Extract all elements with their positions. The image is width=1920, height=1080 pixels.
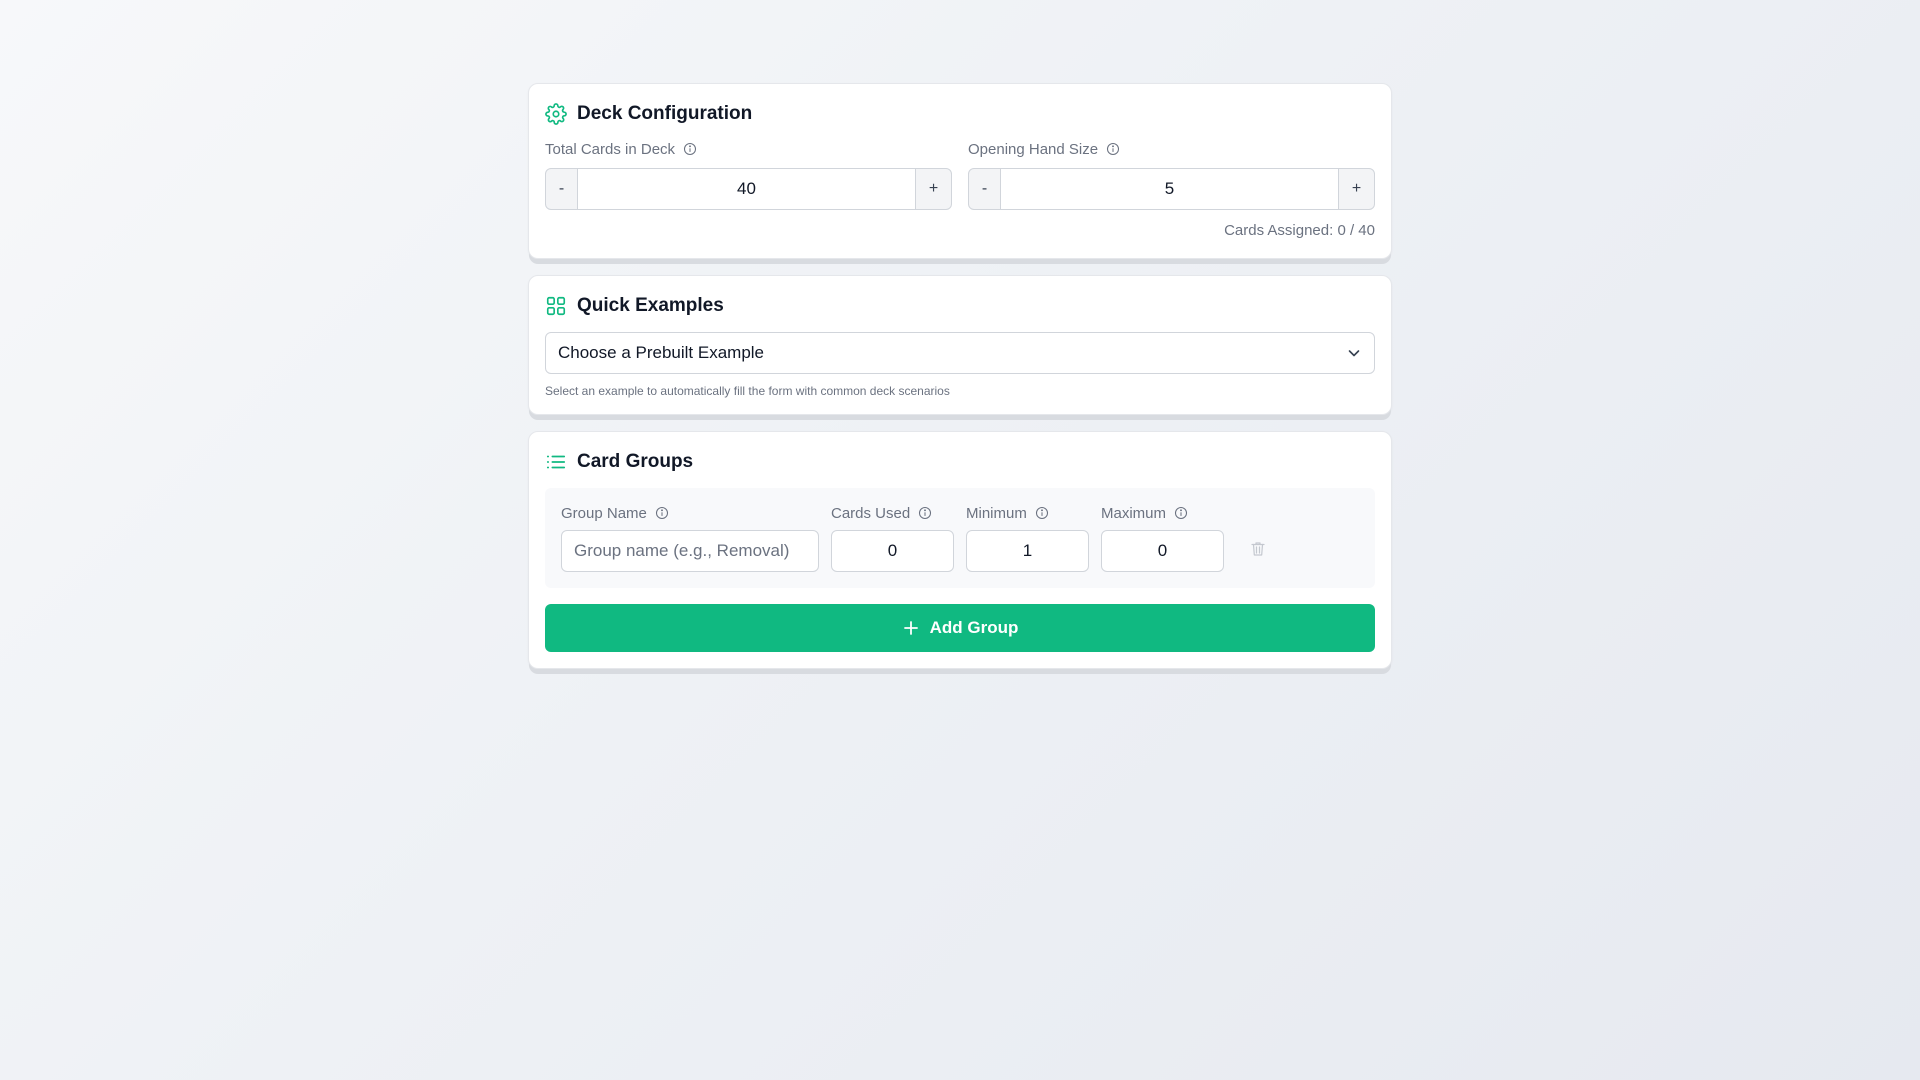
hand-size-label: Opening Hand Size [968, 140, 1099, 158]
quick-examples-header: Quick Examples [545, 292, 1375, 320]
card-groups-title: Card Groups [577, 451, 694, 472]
minimum-field: Minimum [966, 502, 1089, 572]
chevron-down-icon [1346, 345, 1362, 361]
hand-size-value[interactable]: 5 [1001, 168, 1338, 210]
total-cards-label: Total Cards in Deck [545, 140, 676, 158]
total-cards-field: Total Cards in Deck - 40 + [545, 138, 952, 210]
hand-size-label-line: Opening Hand Size [968, 138, 1375, 160]
deck-configuration-title: Deck Configuration [577, 103, 753, 124]
grid-icon [545, 295, 567, 317]
info-icon[interactable] [683, 142, 697, 156]
info-icon[interactable] [1174, 506, 1188, 520]
total-cards-decrement-button[interactable]: - [545, 168, 578, 210]
gear-icon [545, 103, 567, 125]
quick-examples-card: Quick Examples Choose a Prebuilt Example… [528, 275, 1392, 415]
deck-config-fields: Total Cards in Deck - 40 + Opening Hand … [545, 138, 1375, 210]
prebuilt-example-select[interactable]: Choose a Prebuilt Example [545, 332, 1375, 374]
info-icon[interactable] [1106, 142, 1120, 156]
maximum-field: Maximum [1101, 502, 1224, 572]
add-group-label: Add Group [929, 618, 1019, 637]
quick-examples-title: Quick Examples [577, 295, 724, 316]
total-cards-increment-button[interactable]: + [915, 168, 952, 210]
hand-size-field: Opening Hand Size - 5 + [968, 138, 1375, 210]
total-cards-stepper: - 40 + [545, 168, 952, 210]
minimum-label-line: Minimum [966, 502, 1089, 524]
total-cards-label-line: Total Cards in Deck [545, 138, 952, 160]
hand-size-increment-button[interactable]: + [1338, 168, 1375, 210]
hand-size-stepper: - 5 + [968, 168, 1375, 210]
list-icon [545, 451, 567, 473]
main-column: Deck Configuration Total Cards in Deck -… [528, 83, 1392, 685]
cards-used-field: Cards Used [831, 502, 954, 572]
prebuilt-example-selected-value: Choose a Prebuilt Example [558, 343, 765, 362]
cards-used-input[interactable] [831, 530, 954, 572]
info-icon[interactable] [1035, 506, 1049, 520]
group-name-input[interactable] [561, 530, 819, 572]
group-name-label: Group Name [561, 504, 647, 522]
maximum-label-line: Maximum [1101, 502, 1224, 524]
deck-configuration-card: Deck Configuration Total Cards in Deck -… [528, 83, 1392, 259]
card-groups-header: Card Groups [545, 448, 1375, 476]
info-icon[interactable] [918, 506, 932, 520]
card-groups-card: Card Groups Group Name Cards Used [528, 431, 1392, 669]
plus-icon [902, 619, 920, 637]
hand-size-decrement-button[interactable]: - [968, 168, 1001, 210]
group-name-field: Group Name [561, 502, 819, 572]
delete-group-button[interactable] [1244, 530, 1272, 572]
deck-configuration-header: Deck Configuration [545, 100, 1375, 128]
add-group-button[interactable]: Add Group [545, 604, 1375, 652]
minimum-input[interactable] [966, 530, 1089, 572]
cards-assigned-status: Cards Assigned: 0 / 40 [1224, 222, 1375, 239]
maximum-label: Maximum [1101, 504, 1167, 522]
minimum-label: Minimum [966, 504, 1027, 522]
info-icon[interactable] [655, 506, 669, 520]
group-name-label-line: Group Name [561, 502, 819, 524]
cards-used-label-line: Cards Used [831, 502, 954, 524]
total-cards-value[interactable]: 40 [578, 168, 915, 210]
cards-used-label: Cards Used [831, 504, 911, 522]
maximum-input[interactable] [1101, 530, 1224, 572]
card-group-row: Group Name Cards Used Mini [545, 488, 1375, 588]
trash-icon [1251, 541, 1265, 562]
quick-examples-hint: Select an example to automatically fill … [545, 384, 950, 398]
